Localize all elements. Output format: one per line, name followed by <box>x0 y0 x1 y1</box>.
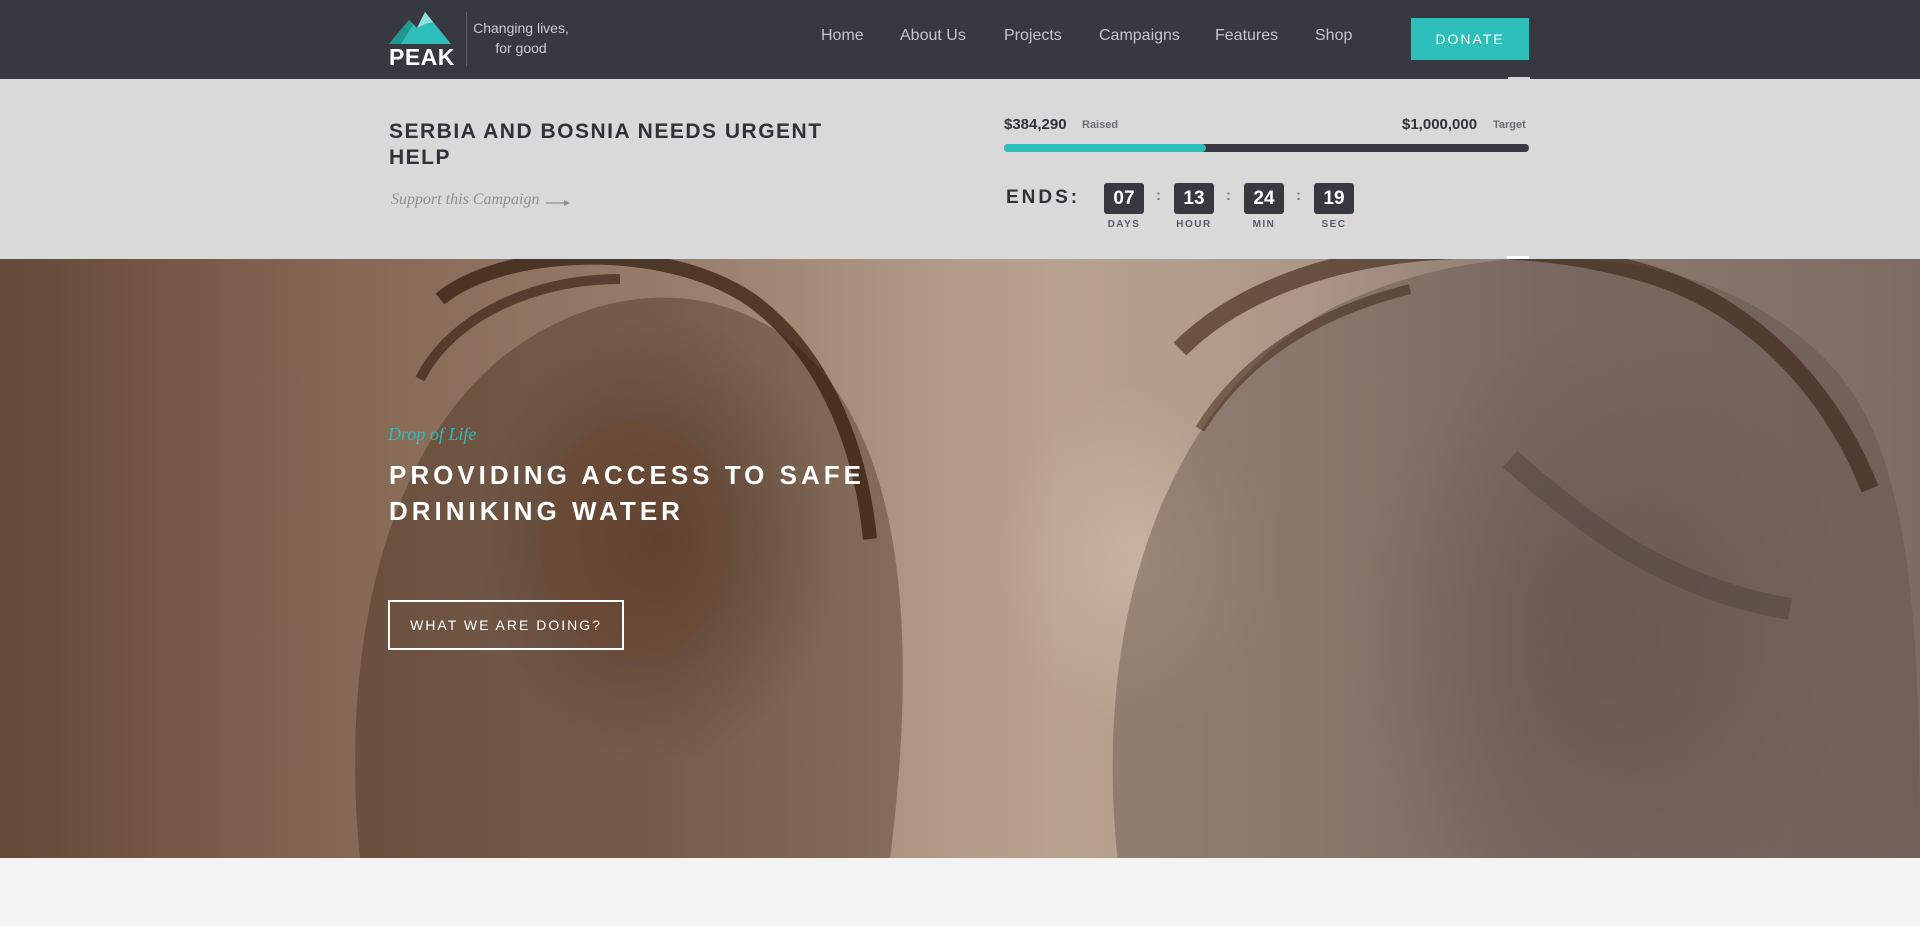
nav-item-projects[interactable]: Projects <box>1004 27 1062 45</box>
countdown-hour-value: 13 <box>1174 183 1214 214</box>
funding-progress-fill <box>1004 144 1206 152</box>
funding-progress-bar <box>1004 144 1529 152</box>
target-label: Target <box>1493 119 1526 131</box>
campaign-bar: SERBIA AND BOSNIA NEEDS URGENT HELP Supp… <box>0 79 1920 270</box>
countdown-hour-label: HOUR <box>1176 219 1212 230</box>
countdown-days-label: DAYS <box>1107 219 1141 230</box>
campaign-title: SERBIA AND BOSNIA NEEDS URGENT HELP <box>389 120 823 169</box>
tagline-divider <box>466 12 467 66</box>
content-section-start <box>0 858 1920 926</box>
tagline: Changing lives, for good <box>471 18 571 58</box>
countdown-min-value: 24 <box>1244 183 1284 214</box>
countdown-sec-label: SEC <box>1321 219 1347 230</box>
hero-overlay <box>0 259 1920 858</box>
countdown-days-value: 07 <box>1104 183 1144 214</box>
nav-item-about-us[interactable]: About Us <box>900 27 966 45</box>
long-arrow-right-icon[interactable] <box>546 198 570 208</box>
countdown-separator: : <box>1226 187 1231 204</box>
nav-item-campaigns[interactable]: Campaigns <box>1099 27 1180 45</box>
nav-item-features[interactable]: Features <box>1215 27 1278 45</box>
nav-item-shop[interactable]: Shop <box>1315 27 1352 45</box>
mountain-logo-icon <box>389 12 451 44</box>
logo[interactable]: PEAK <box>389 12 455 70</box>
countdown-ends-label: ENDS: <box>1006 187 1081 208</box>
countdown-separator: : <box>1296 187 1301 204</box>
hero-banner: Drop of Life PROVIDING ACCESS TO SAFE DR… <box>0 259 1920 858</box>
what-we-are-doing-button[interactable]: WHAT WE ARE DOING? <box>388 600 624 650</box>
target-amount: $1,000,000 <box>1402 116 1478 133</box>
raised-amount: $384,290 <box>1004 116 1067 133</box>
countdown-separator: : <box>1156 187 1161 204</box>
nav-item-home[interactable]: Home <box>821 27 864 45</box>
tagline-line-1: Changing lives, <box>473 20 569 36</box>
support-campaign-link[interactable]: Support this Campaign <box>391 191 539 209</box>
countdown-min-label: MIN <box>1252 219 1276 230</box>
donate-button[interactable]: DONATE <box>1411 18 1529 60</box>
tagline-line-2: for good <box>495 40 547 56</box>
hero-subtitle: Drop of Life <box>388 424 477 444</box>
countdown-sec-value: 19 <box>1314 183 1354 214</box>
site-header: PEAK Changing lives, for good Home About… <box>0 0 1920 79</box>
logo-text: PEAK <box>389 44 455 70</box>
hero-title: PROVIDING ACCESS TO SAFE DRINIKING WATER <box>389 460 865 526</box>
raised-label: Raised <box>1082 119 1119 131</box>
